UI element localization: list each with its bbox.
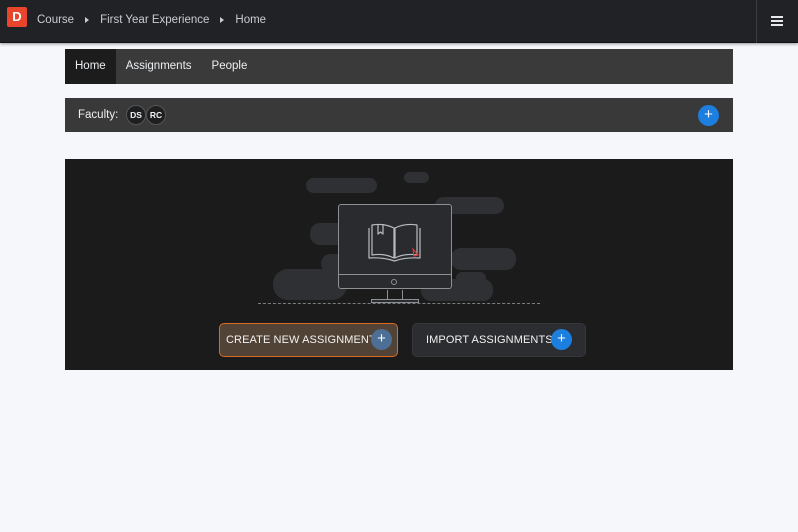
faculty-label: Faculty: <box>78 109 119 121</box>
cloud-shape <box>306 178 377 193</box>
import-assignments-label: IMPORT ASSIGNMENTS <box>426 334 553 346</box>
breadcrumb: Course First Year Experience Home <box>37 14 266 26</box>
breadcrumb-course-name[interactable]: First Year Experience <box>100 14 209 26</box>
monitor-base <box>371 299 419 303</box>
import-assignments-button[interactable]: IMPORT ASSIGNMENTS + <box>412 323 586 357</box>
tab-people[interactable]: People <box>202 49 258 84</box>
tab-assignments[interactable]: Assignments <box>116 49 202 84</box>
chevron-right-icon <box>220 17 225 23</box>
plus-icon: + <box>551 329 572 350</box>
monitor-with-book-icon <box>338 204 452 289</box>
ground-line <box>258 303 540 304</box>
cloud-shape <box>273 269 347 300</box>
plus-icon: + <box>704 106 713 123</box>
cloud-shape <box>451 248 516 270</box>
cloud-shape <box>404 172 429 183</box>
app-logo[interactable]: D <box>7 7 27 27</box>
chevron-right-icon <box>85 17 90 23</box>
plus-icon: + <box>371 329 392 350</box>
hamburger-icon[interactable] <box>771 16 783 26</box>
tab-home[interactable]: Home <box>65 49 116 84</box>
create-new-assignment-button[interactable]: CREATE NEW ASSIGNMENT + <box>219 323 398 357</box>
breadcrumb-course[interactable]: Course <box>37 14 74 26</box>
top-navigation-bar: D Course First Year Experience Home <box>0 0 798 43</box>
avatar[interactable]: DS <box>126 105 146 125</box>
breadcrumb-current: Home <box>235 14 267 26</box>
create-assignment-label: CREATE NEW ASSIGNMENT <box>226 334 376 346</box>
cloud-shape <box>456 272 486 284</box>
course-tabs: Home Assignments People <box>65 49 733 84</box>
add-faculty-button[interactable]: + <box>698 105 719 126</box>
avatar[interactable]: RC <box>146 105 166 125</box>
faculty-bar: Faculty: DS RC + <box>65 98 733 132</box>
empty-state-panel: CREATE NEW ASSIGNMENT + IMPORT ASSIGNMEN… <box>65 159 733 370</box>
toolbar-divider <box>756 0 757 43</box>
